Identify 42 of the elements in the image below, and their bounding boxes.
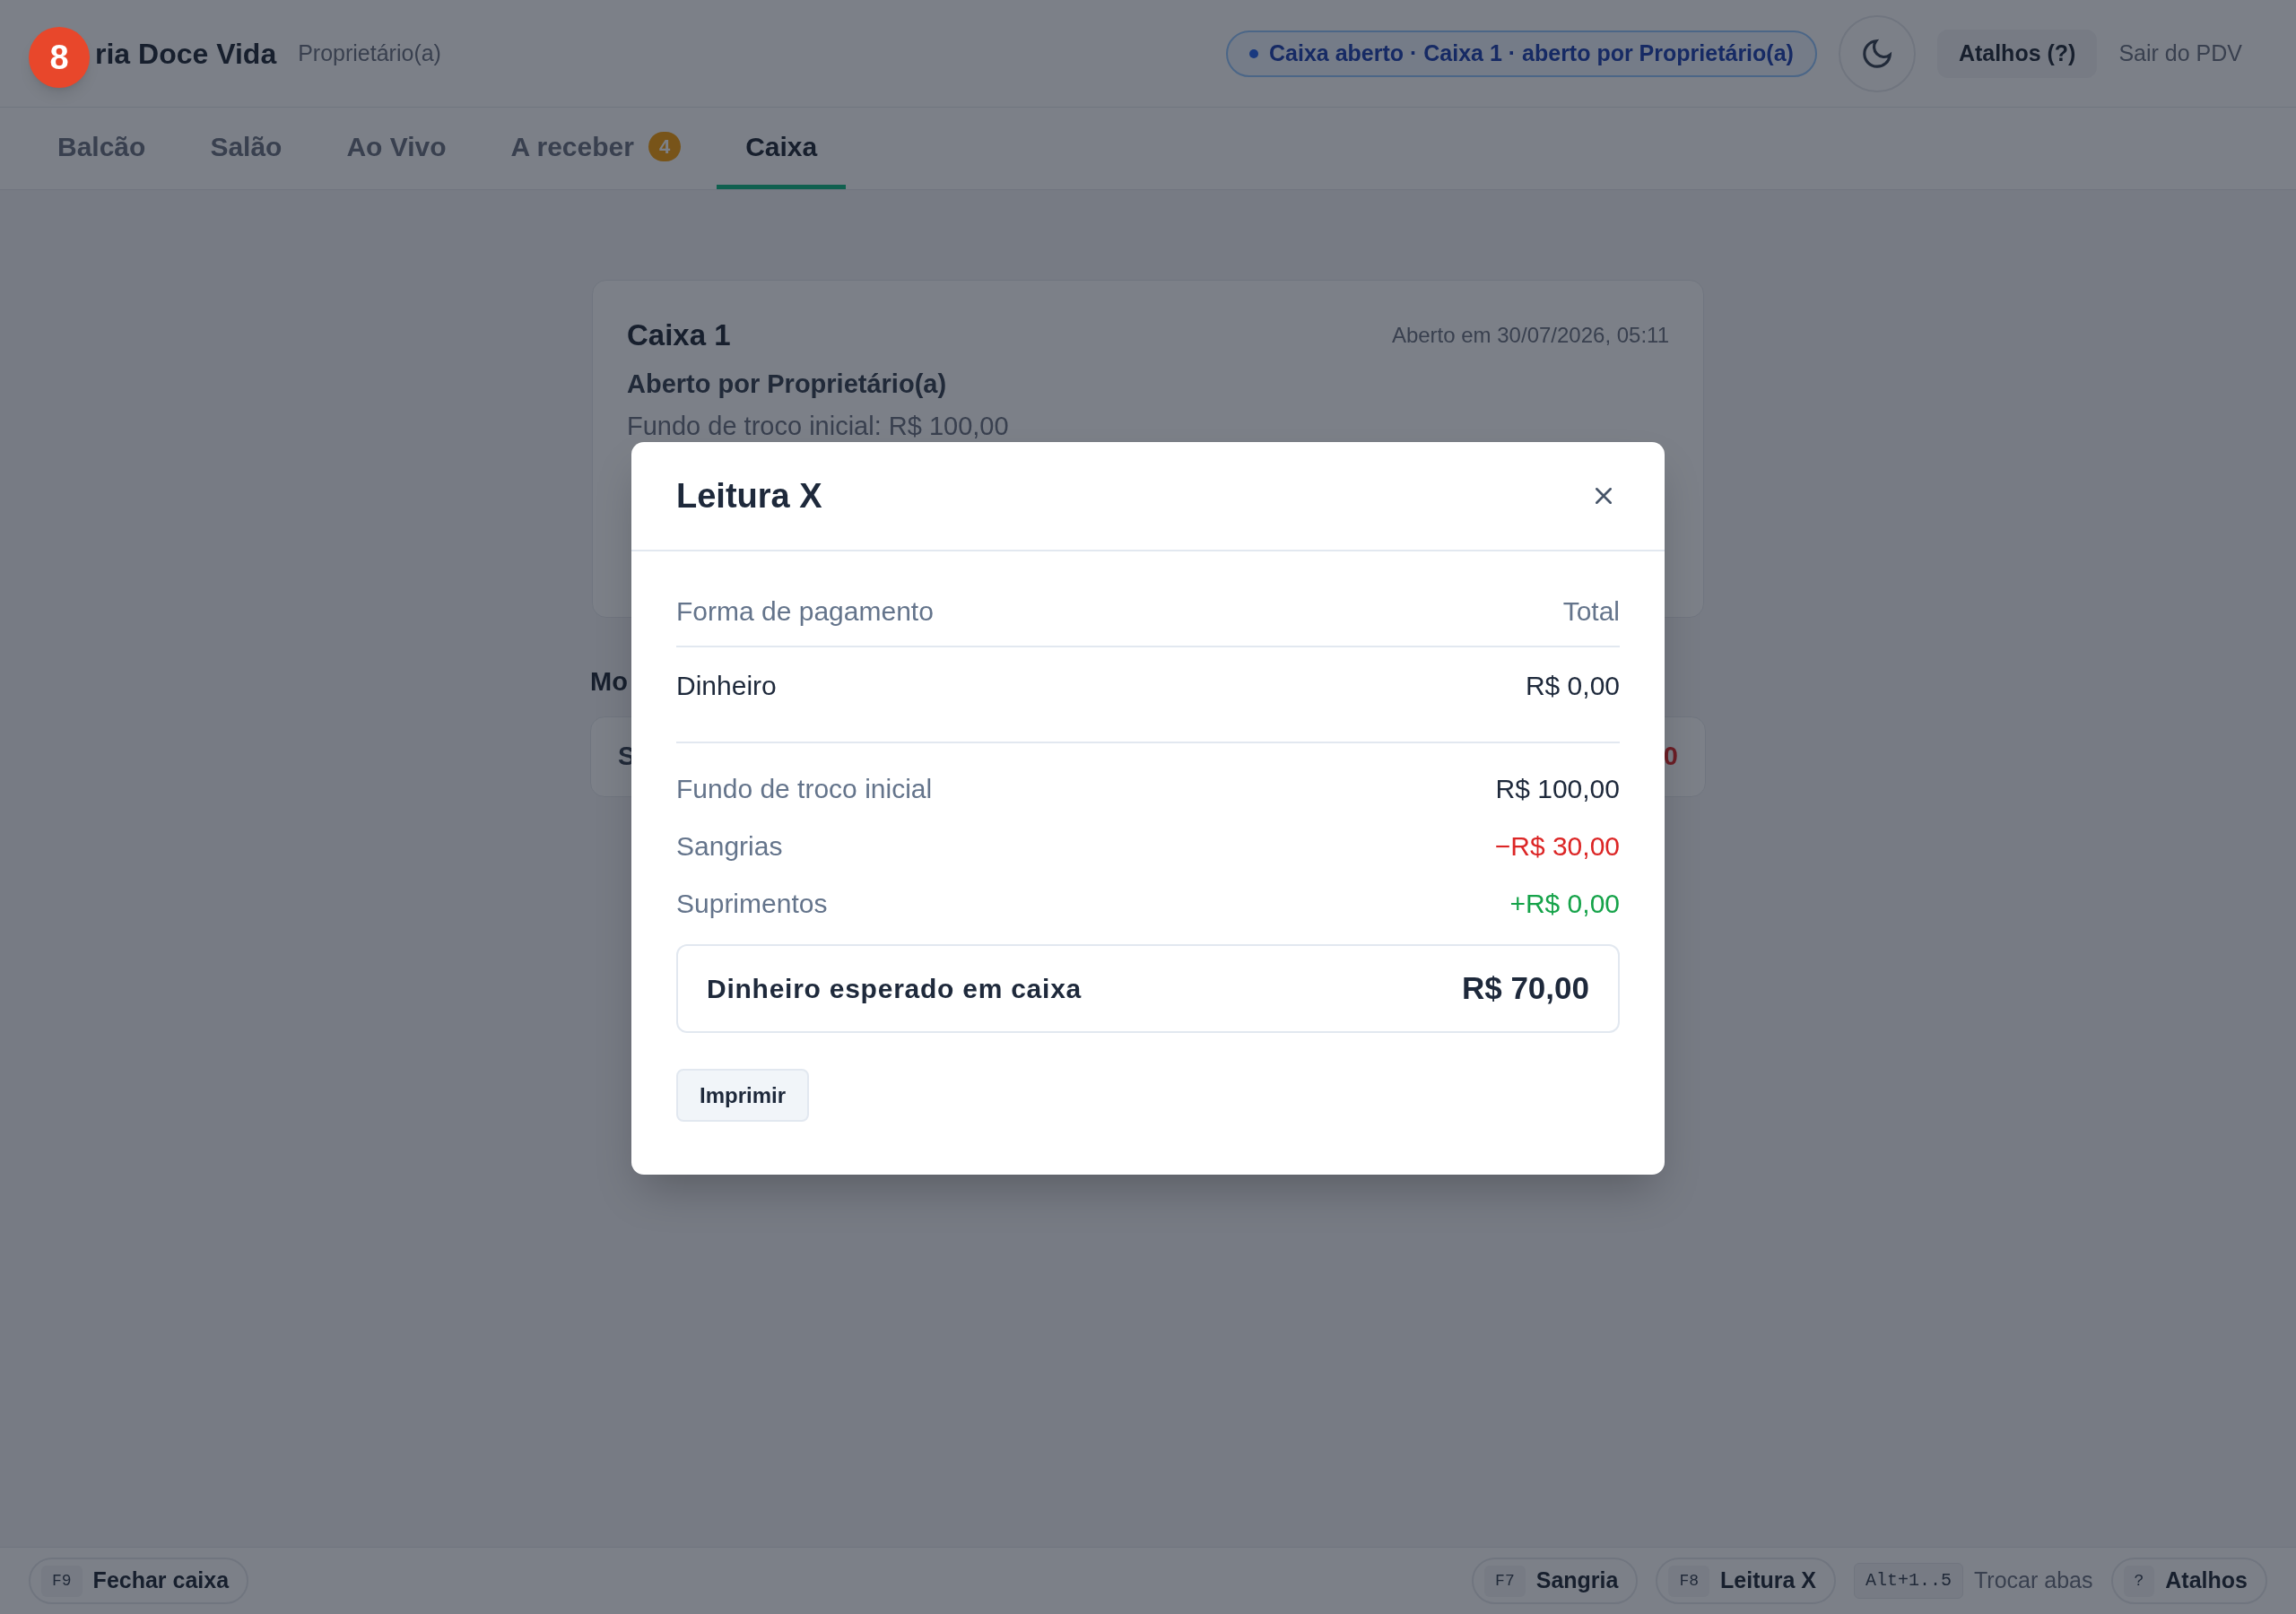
tab[interactable]: Caixa — [717, 108, 847, 189]
tab[interactable]: Ao Vivo — [317, 108, 475, 189]
key-cap: Alt+1..5 — [1854, 1563, 1964, 1599]
summary-label: Suprimentos — [676, 887, 828, 920]
key-cap: F9 — [41, 1565, 83, 1597]
section-heading: Mo — [590, 667, 628, 696]
tab[interactable]: Balcão — [29, 108, 175, 189]
status-pill: Caixa aberto · Caixa 1 · aberto por Proprietário(a) — [1226, 30, 1817, 77]
shortcut-hint: Trocar abas — [1974, 1566, 2093, 1595]
tab[interactable]: A receber 4 — [482, 108, 710, 189]
expected-cash-label: Dinheiro esperado em caixa — [707, 973, 1082, 1005]
summary-value: R$ 100,00 — [1495, 772, 1620, 805]
summary-value: +R$ 0,00 — [1509, 887, 1620, 920]
brand-name: ria Doce Vida — [95, 36, 277, 72]
movement-value: 0 — [1663, 740, 1678, 772]
payment-method: Dinheiro — [676, 670, 777, 702]
tab[interactable]: Salão — [181, 108, 311, 189]
exit-link[interactable]: Sair do PDV — [2118, 36, 2242, 71]
summary-value: −R$ 30,00 — [1494, 829, 1620, 863]
card-title: Caixa 1 — [627, 317, 731, 353]
summary-label: Sangrias — [676, 829, 783, 863]
count-badge: 4 — [648, 131, 682, 161]
summary-label: Fundo de troco inicial — [676, 772, 933, 805]
payment-total: R$ 0,00 — [1525, 670, 1620, 702]
shortcut-button[interactable]: ? Atalhos — [2110, 1558, 2267, 1604]
shortcut-button[interactable]: F8 Leitura X — [1656, 1558, 1836, 1604]
user-role: Proprietário(a) — [298, 39, 441, 67]
shortcut-button[interactable]: F7 Sangria — [1472, 1558, 1639, 1604]
opened-date: Aberto em 30/07/2026, 05:11 — [1391, 321, 1669, 349]
print-button[interactable]: Imprimir — [676, 1069, 810, 1122]
initial-float: Fundo de troco inicial: R$ 100,00 — [627, 411, 1010, 442]
column-header: Forma de pagamento — [676, 595, 934, 628]
modal-title: Leitura X — [676, 475, 822, 516]
expected-cash-value: R$ 70,00 — [1461, 969, 1589, 1008]
close-icon — [1594, 486, 1613, 506]
shortcut-button[interactable]: F9 Fechar caixa — [29, 1558, 249, 1604]
column-header: Total — [1562, 595, 1620, 628]
key-cap: F7 — [1484, 1565, 1526, 1597]
opened-by: Aberto por Proprietário(a) — [627, 368, 948, 400]
key-cap: F8 — [1668, 1565, 1710, 1597]
shortcuts-button[interactable]: Atalhos (?) — [1936, 29, 2098, 78]
key-cap: ? — [2123, 1565, 2155, 1597]
